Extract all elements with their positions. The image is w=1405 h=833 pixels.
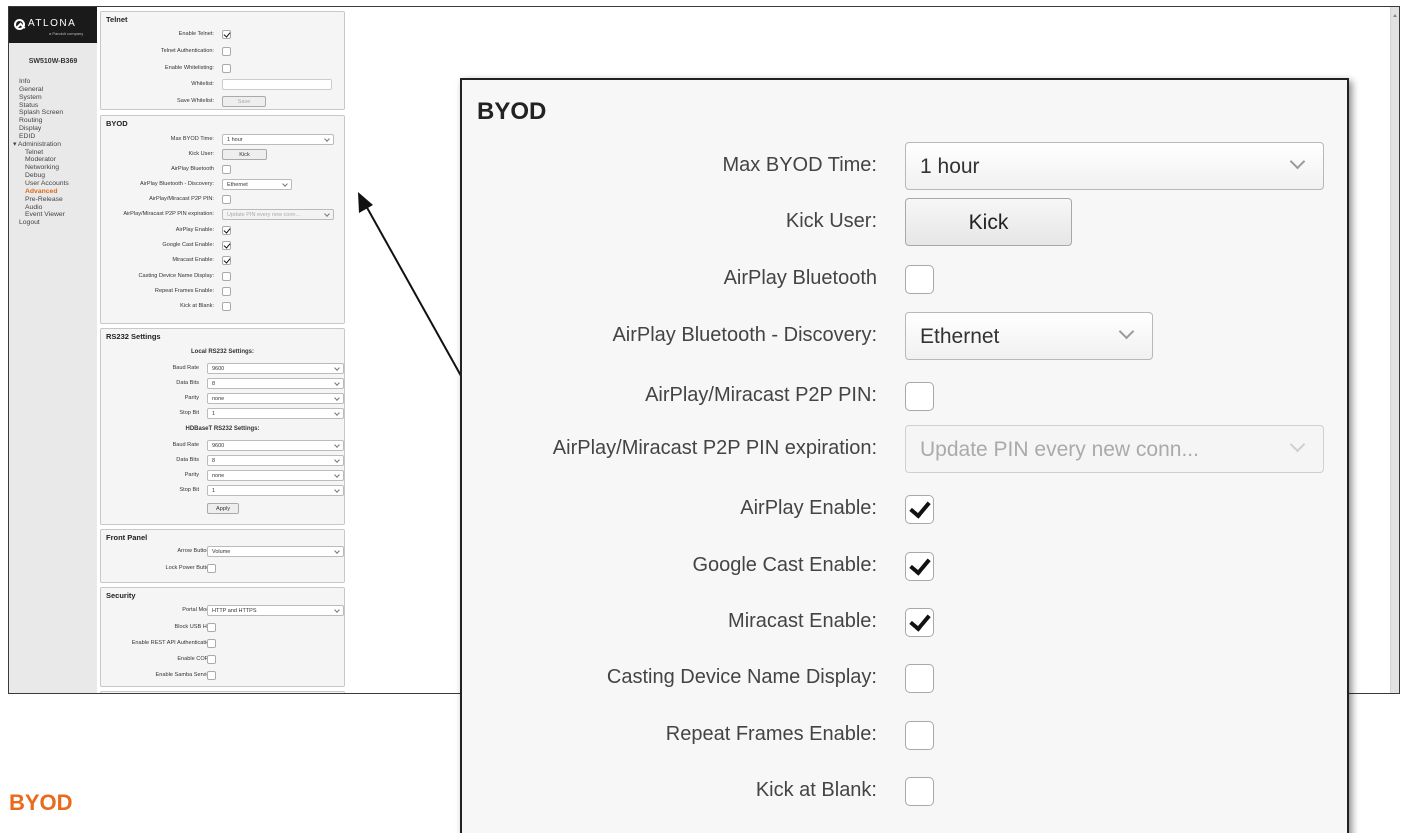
zoom-max-byod-time-label: Max BYOD Time: [722,154,877,176]
zoom-p2p-pin-checkbox[interactable] [905,382,934,411]
zoom-casting-name-display-checkbox[interactable] [905,664,934,693]
zoom-airplay-enable-label: AirPlay Enable: [740,497,877,519]
zoom-p2p-pin-expiration-select[interactable]: Update PIN every new conn... [905,425,1324,473]
section-caption: BYOD [9,790,73,815]
zoom-max-byod-time-select[interactable]: 1 hour [905,142,1324,190]
page: { "sidebar": { "logo_text": "ATLONA", "l… [0,0,1405,833]
zoom-google-cast-enable-label: Google Cast Enable: [692,554,877,576]
zoom-bt-discovery-label: AirPlay Bluetooth - Discovery: [612,324,877,346]
zoom-repeat-frames-checkbox[interactable] [905,721,934,750]
zoom-kick-at-blank-checkbox[interactable] [905,777,934,806]
zoom-airplay-enable-checkbox[interactable] [905,495,934,524]
chevron-down-icon [1289,436,1306,453]
zoom-kick-user-label: Kick User: [785,210,877,232]
zoom-airplay-bluetooth-checkbox[interactable] [905,265,934,294]
zoom-casting-name-display-label: Casting Device Name Display: [606,666,877,688]
zoom-google-cast-enable-checkbox[interactable] [905,552,934,581]
zoom-bt-discovery-select[interactable]: Ethernet [905,312,1153,360]
byod-zoom-callout: BYOD Max BYOD Time: 1 hour Kick User: Kick… [460,78,1349,833]
zoom-p2p-pin-label: AirPlay/Miracast P2P PIN: [645,384,877,406]
chevron-down-icon [1118,323,1135,340]
zoom-p2p-pin-expiration-label: AirPlay/Miracast P2P PIN expiration: [552,437,877,459]
chevron-down-icon [1289,153,1306,170]
zoom-miracast-enable-label: Miracast Enable: [728,610,877,632]
zoom-airplay-bluetooth-label: AirPlay Bluetooth [723,267,877,289]
zoom-repeat-frames-label: Repeat Frames Enable: [665,723,877,745]
zoom-miracast-enable-checkbox[interactable] [905,608,934,637]
zoom-kick-at-blank-label: Kick at Blank: [755,779,877,801]
zoom-kick-button[interactable]: Kick [905,198,1072,246]
zoom-byod-title: BYOD [477,98,547,125]
